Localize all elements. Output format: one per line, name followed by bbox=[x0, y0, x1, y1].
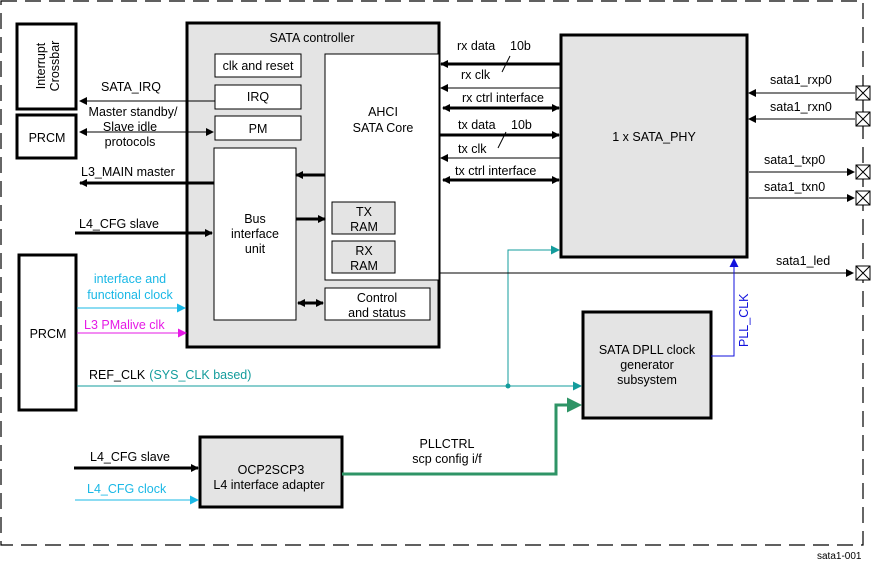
pm-label: PM bbox=[249, 122, 268, 136]
prcm-bottom-label: PRCM bbox=[30, 327, 67, 341]
bus-interface-unit-label-3: unit bbox=[245, 242, 266, 256]
iface-func-clock-label-2: functional clock bbox=[87, 288, 173, 302]
ref-clk-note: (SYS_CLK based) bbox=[149, 368, 251, 382]
iface-func-clock-label-1: interface and bbox=[94, 272, 166, 286]
control-status-label-2: and status bbox=[348, 306, 406, 320]
sata1-led-label: sata1_led bbox=[776, 254, 830, 268]
tx-data-label: tx data bbox=[458, 118, 496, 132]
pllctrl-label-2: scp config i/f bbox=[412, 452, 482, 466]
rx-clk-label: rx clk bbox=[461, 68, 491, 82]
sata-phy-block bbox=[559, 33, 749, 259]
sata1-rxn0-label: sata1_rxn0 bbox=[770, 100, 832, 114]
pllctrl-label-1: PLLCTRL bbox=[420, 437, 475, 451]
pin-pad-txn0 bbox=[855, 190, 871, 206]
ref-clk-junction bbox=[505, 383, 511, 389]
sata-block-diagram: Interrupt Crossbar PRCM PRCM SATA contro… bbox=[0, 0, 871, 561]
l4-cfg-clock-label: L4_CFG clock bbox=[87, 482, 167, 496]
sata-dpll-label-3: subsystem bbox=[617, 373, 677, 387]
clk-and-reset-label: clk and reset bbox=[223, 59, 294, 73]
master-standby-label-2: Slave idle bbox=[103, 120, 157, 134]
master-standby-label-1: Master standby/ bbox=[89, 105, 178, 119]
pin-pad-rxn0 bbox=[855, 111, 871, 127]
bus-interface-unit-label-2: interface bbox=[231, 227, 279, 241]
l4-cfg-slave-bottom-label: L4_CFG slave bbox=[90, 450, 170, 464]
tx-ctrl-label: tx ctrl interface bbox=[455, 164, 536, 178]
tx-ram-label-2: RAM bbox=[350, 220, 378, 234]
sata-dpll-label-1: SATA DPLL clock bbox=[599, 343, 696, 357]
figure-id: sata1-001 bbox=[817, 551, 862, 561]
irq-label: IRQ bbox=[247, 90, 270, 104]
rx-ram-label-1: RX bbox=[355, 244, 373, 258]
sata-dpll-label-2: generator bbox=[620, 358, 674, 372]
sata1-rxp0-label: sata1_rxp0 bbox=[770, 73, 832, 87]
sata-controller-title: SATA controller bbox=[270, 31, 355, 45]
control-status-label-1: Control bbox=[357, 291, 397, 305]
pin-pad-led bbox=[855, 265, 871, 281]
rx-data-width-label: 10b bbox=[510, 39, 531, 53]
interrupt-crossbar-label-2: Crossbar bbox=[48, 41, 62, 92]
tx-data-width-label: 10b bbox=[511, 118, 532, 132]
sata1-txn0-label: sata1_txn0 bbox=[764, 180, 825, 194]
ahci-sata-core-label-2: SATA Core bbox=[353, 121, 414, 135]
ahci-sata-core-label-1: AHCI bbox=[368, 105, 398, 119]
sata-irq-label: SATA_IRQ bbox=[101, 80, 161, 94]
rx-ctrl-label: rx ctrl interface bbox=[462, 91, 544, 105]
l4-cfg-slave-top-label: L4_CFG slave bbox=[79, 217, 159, 231]
sata-phy-label: 1 x SATA_PHY bbox=[612, 130, 696, 144]
ref-clk-name: REF_CLK bbox=[89, 368, 146, 382]
ocp2scp3-label-1: OCP2SCP3 bbox=[238, 463, 305, 477]
ref-clk-to-phy-line bbox=[507, 245, 560, 386]
l3-main-master-label: L3_MAIN master bbox=[81, 165, 175, 179]
master-standby-label-3: protocols bbox=[105, 135, 156, 149]
bus-interface-unit-label-1: Bus bbox=[244, 212, 266, 226]
pin-pad-rxp0 bbox=[855, 85, 871, 101]
tx-clk-label: tx clk bbox=[458, 142, 487, 156]
prcm-top-label: PRCM bbox=[29, 131, 66, 145]
rx-data-label: rx data bbox=[457, 39, 495, 53]
sata1-txp0-label: sata1_txp0 bbox=[764, 153, 825, 167]
pll-clk-line bbox=[711, 258, 739, 357]
tx-ram-label-1: TX bbox=[356, 205, 373, 219]
ref-clk-label: REF_CLK (SYS_CLK based) bbox=[89, 368, 251, 382]
pin-pad-txp0 bbox=[855, 164, 871, 180]
rx-ram-label-2: RAM bbox=[350, 259, 378, 273]
interrupt-crossbar-label-1: Interrupt bbox=[34, 42, 48, 89]
pll-clk-label: PLL_CLK bbox=[737, 293, 751, 347]
l3-pmalive-clk-label: L3 PMalive clk bbox=[84, 318, 165, 332]
ocp2scp3-label-2: L4 interface adapter bbox=[213, 478, 324, 492]
